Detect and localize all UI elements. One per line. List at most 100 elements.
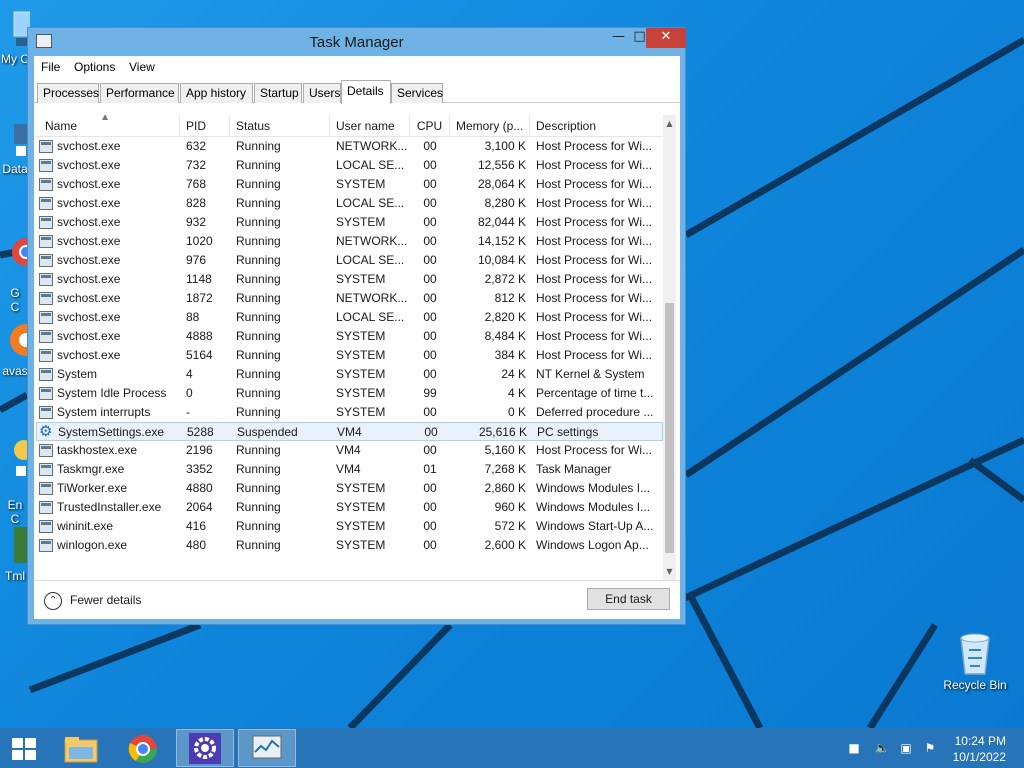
column-user-name[interactable]: User name	[330, 115, 410, 137]
clock-time[interactable]: 10:24 PM	[955, 734, 1006, 748]
recycle-bin-label: Recycle Bin	[943, 678, 1007, 692]
table-row[interactable]: TrustedInstaller.exe 2064 Running SYSTEM 00 9…	[36, 498, 663, 517]
window-title: Task Manager	[309, 34, 404, 51]
taskbar-task-manager[interactable]	[238, 729, 296, 767]
process-window-icon	[39, 159, 53, 172]
process-name: TiWorker.exe	[57, 481, 128, 495]
column-status[interactable]: Status	[230, 115, 330, 137]
my-computer-desktop-icon[interactable]: My C	[0, 10, 30, 66]
table-row[interactable]: svchost.exe 1872 Running NETWORK... 00 812 K H…	[36, 289, 663, 308]
action-center-icon[interactable]: ⚑	[922, 741, 938, 755]
table-row[interactable]: ⚙ SystemSettings.exe 5288 Suspended VM4 00 25,…	[36, 422, 663, 441]
table-row[interactable]: svchost.exe 932 Running SYSTEM 00 82,044 K Hos…	[36, 213, 663, 232]
process-pid: 976	[186, 253, 207, 267]
taskbar-settings[interactable]	[176, 729, 234, 767]
process-window-icon	[39, 140, 53, 153]
chrome-icon	[12, 238, 30, 266]
process-name: svchost.exe	[57, 272, 121, 286]
network-icon[interactable]: ▣	[898, 741, 914, 755]
table-row[interactable]: svchost.exe 4888 Running SYSTEM 00 8,484 K Hos…	[36, 327, 663, 346]
table-row[interactable]: System 4 Running SYSTEM 00 24 K NT Kernel & Sy…	[36, 365, 663, 384]
process-cpu: 00	[423, 291, 437, 305]
table-row[interactable]: TiWorker.exe 4880 Running SYSTEM 00 2,860 K Wi…	[36, 479, 663, 498]
table-row[interactable]: svchost.exe 732 Running LOCAL SE... 00 12,556…	[36, 156, 663, 175]
avast-desktop-icon[interactable]: avas	[0, 320, 30, 378]
tab-processes[interactable]: Processes	[37, 83, 99, 103]
title-bar[interactable]: Task Manager — □ ✕	[28, 28, 686, 56]
scrollbar-thumb[interactable]	[665, 303, 674, 553]
process-user: VM4	[336, 443, 361, 457]
process-memory: 25,616 K	[478, 425, 527, 439]
menu-view[interactable]: View	[129, 60, 155, 74]
en-desktop-icon[interactable]: En C	[0, 422, 30, 526]
gear-icon	[189, 733, 221, 764]
data-desktop-icon[interactable]: Data	[0, 120, 30, 176]
table-row[interactable]: Taskmgr.exe 3352 Running VM4 01 7,268 K Task M…	[36, 460, 663, 479]
end-task-button[interactable]: End task	[587, 588, 670, 610]
fewer-details-link[interactable]: Fewer details	[70, 593, 141, 607]
tray-square-icon[interactable]: ■	[846, 741, 862, 755]
google-chrome-desktop-icon[interactable]: G C	[0, 222, 30, 314]
process-cpu: 00	[424, 425, 438, 439]
tab-details[interactable]: Details	[341, 80, 391, 104]
process-window-icon	[39, 406, 53, 419]
shortcut-icon	[14, 124, 30, 156]
table-row[interactable]: svchost.exe 976 Running LOCAL SE... 00 10,084…	[36, 251, 663, 270]
google-chrome-label: G C	[10, 286, 20, 314]
process-description: Host Process for Wi...	[536, 348, 653, 362]
process-description: Host Process for Wi...	[536, 291, 653, 305]
process-description: Windows Logon Ap...	[536, 538, 649, 552]
process-description: Host Process for Wi...	[536, 196, 653, 210]
desktop: My C Data G C avas En C Tml Recycle Bin …	[0, 0, 1024, 728]
table-row[interactable]: taskhostex.exe 2196 Running VM4 00 5,160 K Hos…	[36, 441, 663, 460]
column-description[interactable]: Description	[530, 115, 663, 137]
windows-start-icon[interactable]	[12, 738, 38, 760]
table-row[interactable]: svchost.exe 5164 Running SYSTEM 00 384 K Host …	[36, 346, 663, 365]
process-memory: 2,860 K	[484, 481, 526, 495]
menu-file[interactable]: File	[41, 60, 60, 74]
tab-startup[interactable]: Startup	[254, 83, 302, 103]
tab-app-history[interactable]: App history	[180, 83, 253, 103]
close-button[interactable]: ✕	[646, 28, 686, 48]
process-description: Host Process for Wi...	[536, 158, 653, 172]
process-cpu: 00	[423, 443, 437, 457]
table-row[interactable]: svchost.exe 1148 Running SYSTEM 00 2,872 K Hos…	[36, 270, 663, 289]
scroll-up-icon[interactable]: ▲	[663, 115, 676, 132]
recycle-bin-desktop-icon[interactable]: Recycle Bin	[938, 630, 1012, 692]
recycle-bin-icon	[960, 633, 990, 675]
scroll-down-icon[interactable]: ▼	[663, 563, 676, 580]
tab-users[interactable]: Users	[303, 83, 341, 103]
table-row[interactable]: svchost.exe 88 Running LOCAL SE... 00 2,820 K…	[36, 308, 663, 327]
process-pid: 3352	[186, 462, 213, 476]
taskbar-chrome[interactable]	[114, 729, 172, 767]
taskbar-file-explorer[interactable]	[52, 729, 110, 767]
clock-date[interactable]: 10/1/2022	[953, 750, 1006, 764]
column-cpu[interactable]: CPU	[410, 115, 450, 137]
process-status: Running	[236, 158, 281, 172]
table-row[interactable]: svchost.exe 768 Running SYSTEM 00 28,064 K Hos…	[36, 175, 663, 194]
table-row[interactable]: svchost.exe 1020 Running NETWORK... 00 14,152…	[36, 232, 663, 251]
column-pid[interactable]: PID	[180, 115, 230, 137]
process-cpu: 99	[423, 386, 437, 400]
table-row[interactable]: svchost.exe 632 Running NETWORK... 00 3,100 K…	[36, 137, 663, 156]
process-window-icon	[39, 216, 53, 229]
table-row[interactable]: svchost.exe 828 Running LOCAL SE... 00 8,280 …	[36, 194, 663, 213]
process-name: wininit.exe	[57, 519, 114, 533]
chevron-up-icon[interactable]: ⌃	[44, 592, 62, 610]
tml-desktop-icon[interactable]: Tml	[0, 525, 30, 583]
column-memory[interactable]: Memory (p...	[450, 115, 530, 137]
table-row[interactable]: System interrupts - Running SYSTEM 00 0 K Defe…	[36, 403, 663, 422]
process-pid: 732	[186, 158, 207, 172]
vertical-scrollbar[interactable]: ▲ ▼	[663, 115, 676, 580]
table-row[interactable]: wininit.exe 416 Running SYSTEM 00 572 K Window…	[36, 517, 663, 536]
footer-bar: ⌃ Fewer details End task	[34, 580, 680, 619]
process-status: Running	[236, 500, 281, 514]
column-name[interactable]: Name	[36, 115, 180, 137]
speaker-muted-icon[interactable]: 🔈	[874, 741, 890, 755]
table-row[interactable]: System Idle Process 0 Running SYSTEM 99 4 K Pe…	[36, 384, 663, 403]
menu-options[interactable]: Options	[74, 60, 115, 74]
data-label: Data	[2, 162, 28, 176]
table-row[interactable]: winlogon.exe 480 Running SYSTEM 00 2,600 K Win…	[36, 536, 663, 555]
tab-performance[interactable]: Performance	[100, 83, 179, 103]
tab-services[interactable]: Services	[391, 83, 443, 103]
